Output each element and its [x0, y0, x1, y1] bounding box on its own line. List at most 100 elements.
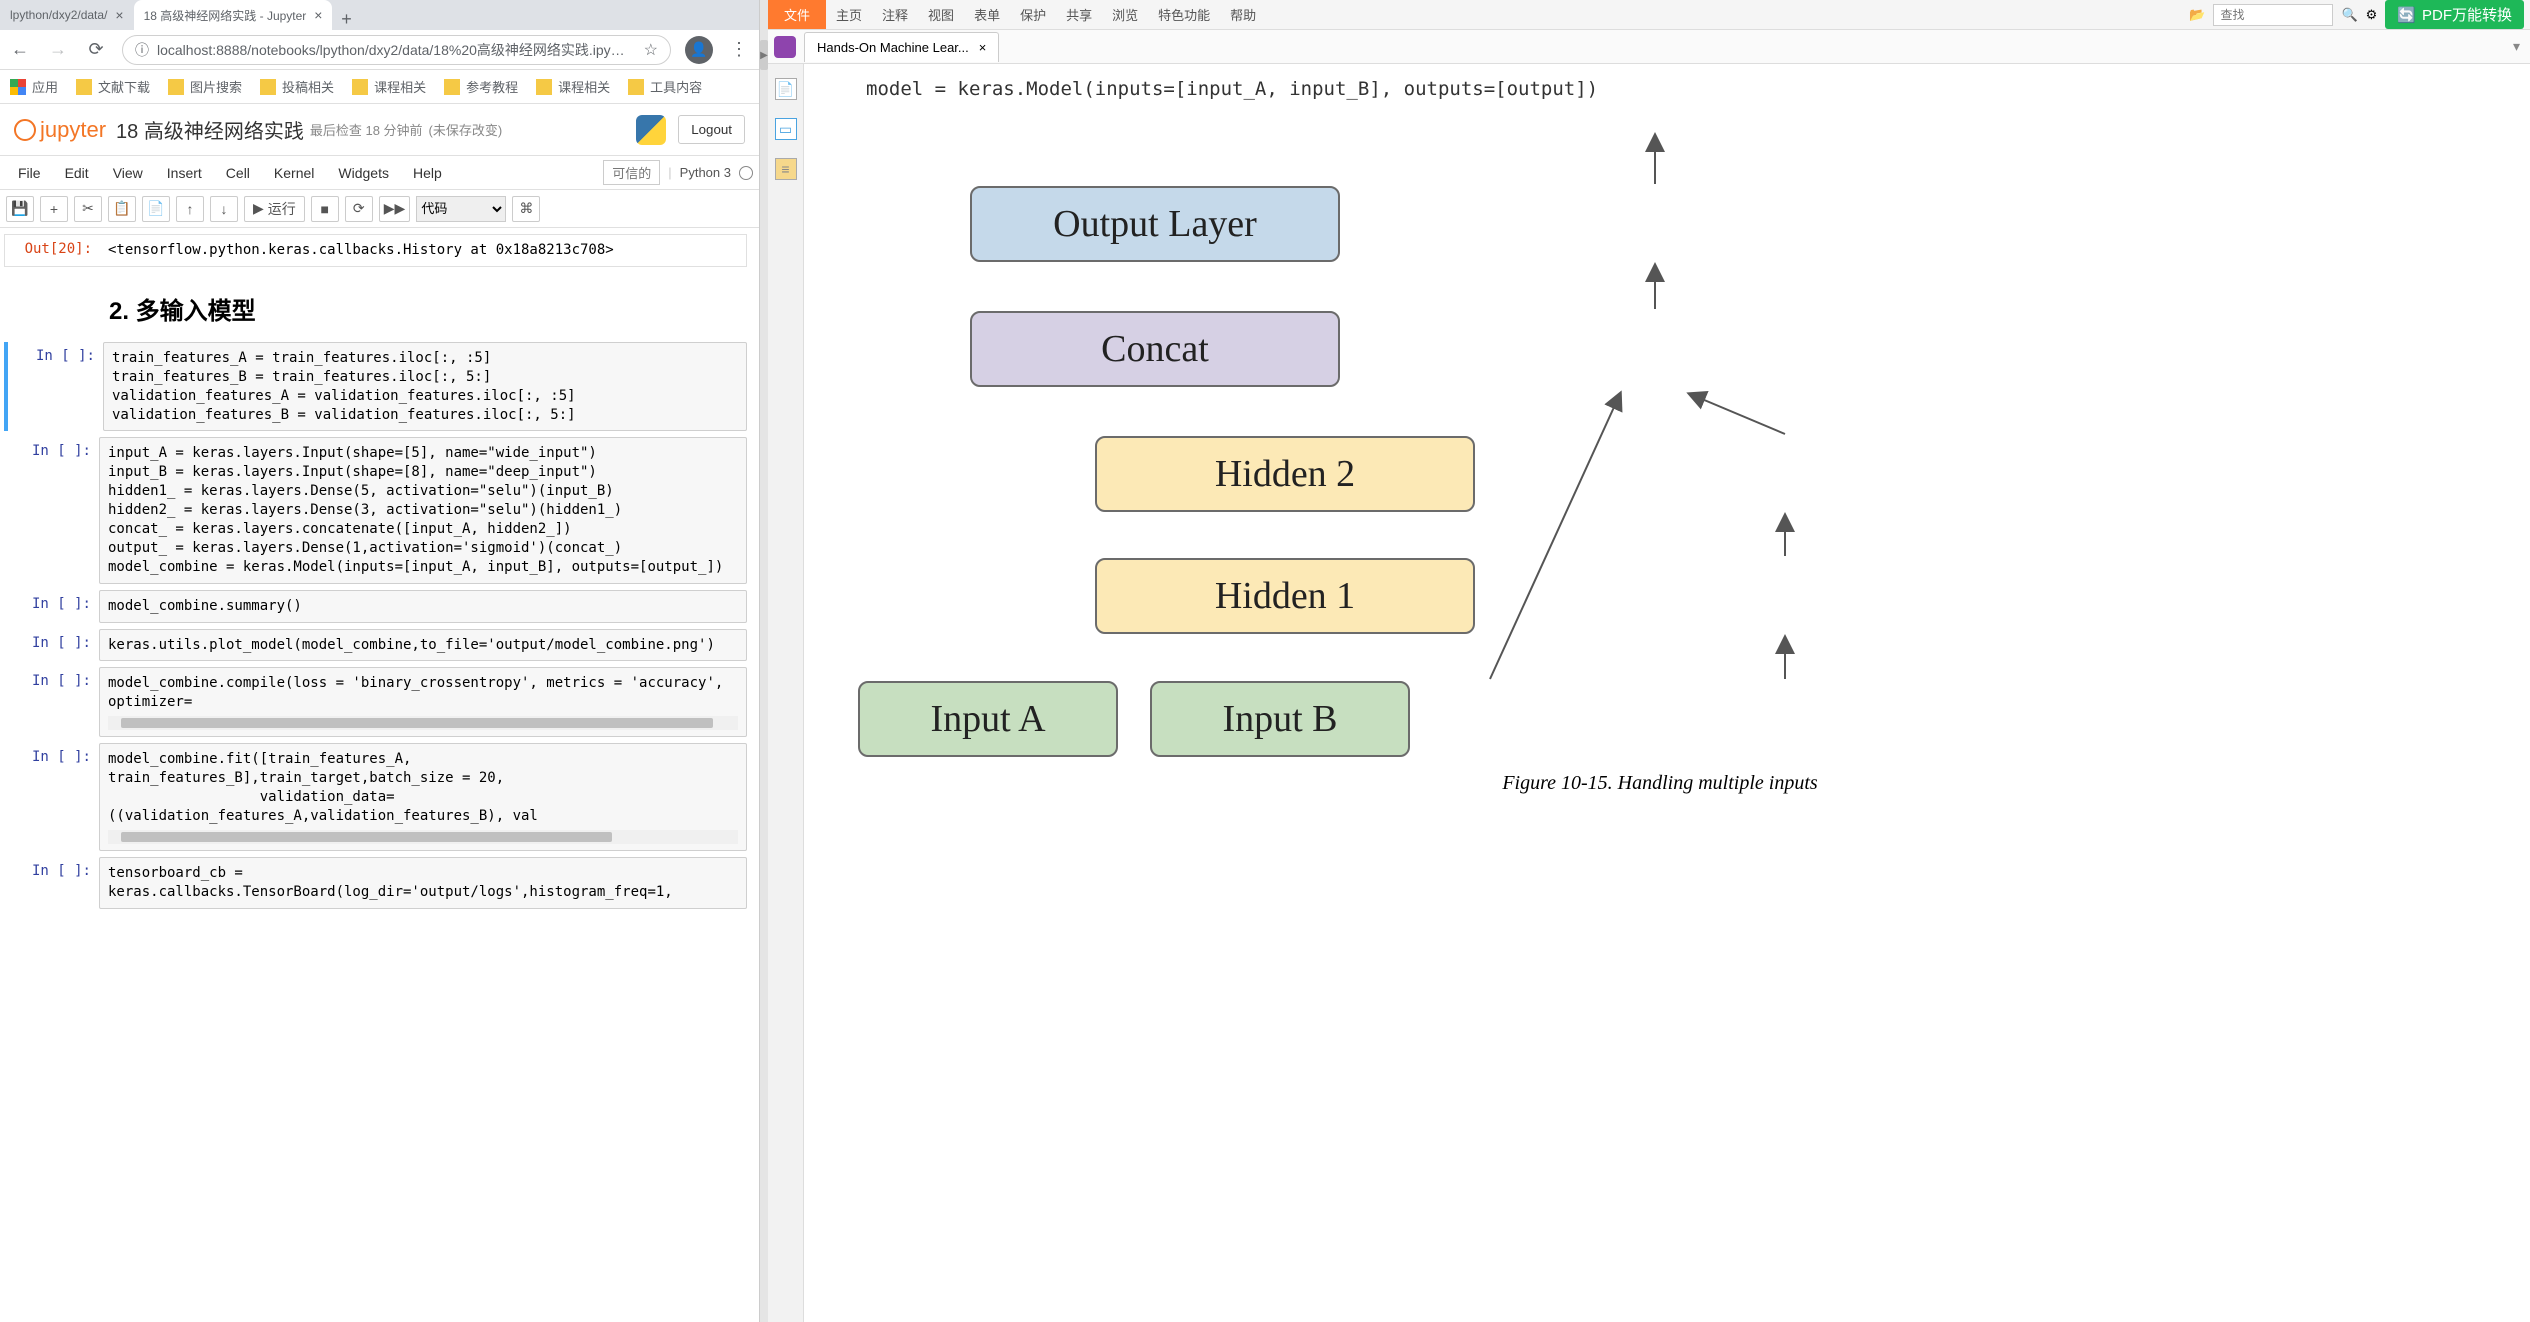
trusted-indicator[interactable]: 可信的: [603, 160, 660, 185]
search-icon[interactable]: 🔍: [2341, 7, 2357, 23]
pdf-menu-help[interactable]: 帮助: [1220, 5, 1266, 24]
markdown-heading[interactable]: 2. 多输入模型: [4, 273, 747, 336]
chrome-menu-button[interactable]: ⋮: [727, 38, 751, 62]
pdf-convert-button[interactable]: 🔄PDF万能转换: [2385, 0, 2524, 29]
pdf-page-view[interactable]: model = keras.Model(inputs=[input_A, inp…: [804, 64, 2530, 1322]
layers-icon[interactable]: ≡: [775, 158, 797, 180]
open-folder-icon[interactable]: 📂: [2189, 7, 2205, 23]
code-cell[interactable]: In [ ]: keras.utils.plot_model(model_com…: [4, 629, 747, 662]
pdf-menubar: 文件 主页 注释 视图 表单 保护 共享 浏览 特色功能 帮助 📂 🔍 ⚙ 🔄P…: [768, 0, 2530, 30]
code-cell[interactable]: In [ ]: model_combine.compile(loss = 'bi…: [4, 667, 747, 737]
menu-file[interactable]: File: [6, 161, 53, 185]
save-button[interactable]: 💾: [6, 196, 34, 222]
bookmark-item[interactable]: 投稿相关: [260, 77, 334, 96]
logout-button[interactable]: Logout: [678, 115, 745, 144]
code-cell[interactable]: In [ ]: train_features_A = train_feature…: [4, 342, 747, 432]
horizontal-scrollbar[interactable]: [108, 716, 738, 730]
diagram-input-b: Input B: [1150, 681, 1410, 757]
notebook-scroll[interactable]: Out[20]: <tensorflow.python.keras.callba…: [0, 228, 759, 1322]
horizontal-scrollbar[interactable]: [108, 830, 738, 844]
interrupt-button[interactable]: ■: [311, 196, 339, 222]
pdf-pane: 文件 主页 注释 视图 表单 保护 共享 浏览 特色功能 帮助 📂 🔍 ⚙ 🔄P…: [768, 0, 2530, 1322]
restart-run-all-button[interactable]: ▶▶: [379, 196, 411, 222]
chevron-down-icon[interactable]: ▾: [2513, 38, 2520, 55]
play-icon: ▶: [253, 200, 264, 217]
bookmark-item[interactable]: 图片搜索: [168, 77, 242, 96]
pdf-menu-view[interactable]: 视图: [918, 5, 964, 24]
close-icon[interactable]: ×: [115, 7, 123, 23]
restart-button[interactable]: ⟳: [345, 196, 373, 222]
move-down-button[interactable]: ↓: [210, 196, 238, 222]
code-cell[interactable]: In [ ]: model_combine.summary(): [4, 590, 747, 623]
pdf-menu-form[interactable]: 表单: [964, 5, 1010, 24]
close-icon[interactable]: ×: [979, 40, 987, 55]
model-diagram: Output Layer Concat Hidden 2 Hidden 1 In…: [810, 126, 2510, 766]
pane-splitter[interactable]: ▶: [760, 0, 768, 1322]
menu-insert[interactable]: Insert: [155, 161, 214, 185]
kernel-name[interactable]: Python 3: [680, 165, 731, 180]
code[interactable]: train_features_A = train_features.iloc[:…: [112, 349, 738, 425]
address-bar[interactable]: ⓘ localhost:8888/notebooks/lpython/dxy2/…: [122, 35, 671, 65]
code-cell[interactable]: In [ ]: input_A = keras.layers.Input(sha…: [4, 437, 747, 583]
back-button[interactable]: ←: [8, 38, 32, 62]
bookmark-item[interactable]: 课程相关: [352, 77, 426, 96]
diagram-hidden1: Hidden 1: [1095, 558, 1475, 634]
code[interactable]: input_A = keras.layers.Input(shape=[5], …: [108, 444, 738, 576]
new-doc-icon[interactable]: 📄: [775, 78, 797, 100]
jupyter-logo[interactable]: jupyter: [14, 117, 106, 143]
folder-icon: [260, 79, 276, 95]
cut-button[interactable]: ✂: [74, 196, 102, 222]
bookmark-item[interactable]: 课程相关: [536, 77, 610, 96]
bookmark-item[interactable]: 工具内容: [628, 77, 702, 96]
page-thumbs-icon[interactable]: ▭: [775, 118, 797, 140]
menu-cell[interactable]: Cell: [214, 161, 262, 185]
forward-button[interactable]: →: [46, 38, 70, 62]
code-cell[interactable]: In [ ]: model_combine.fit([train_feature…: [4, 743, 747, 851]
pdf-menu-home[interactable]: 主页: [826, 5, 872, 24]
out-text: <tensorflow.python.keras.callbacks.Histo…: [100, 235, 746, 266]
pdf-tabstrip: Hands-On Machine Lear... × ▾: [768, 30, 2530, 64]
apps-shortcut[interactable]: 应用: [10, 77, 58, 96]
copy-button[interactable]: 📋: [108, 196, 136, 222]
notebook-title[interactable]: 18 高级神经网络实践: [116, 115, 304, 144]
code[interactable]: tensorboard_cb = keras.callbacks.TensorB…: [108, 864, 738, 902]
pdf-menu-browse[interactable]: 浏览: [1102, 5, 1148, 24]
close-icon[interactable]: ×: [314, 7, 322, 23]
add-cell-button[interactable]: +: [40, 196, 68, 222]
move-up-button[interactable]: ↑: [176, 196, 204, 222]
in-prompt: In [ ]:: [4, 437, 99, 583]
site-info-icon[interactable]: ⓘ: [135, 40, 149, 60]
pdf-home-icon[interactable]: [774, 36, 796, 58]
menu-kernel[interactable]: Kernel: [262, 161, 326, 185]
pdf-menu-features[interactable]: 特色功能: [1148, 5, 1220, 24]
pdf-search-input[interactable]: [2213, 4, 2333, 26]
star-icon[interactable]: ☆: [644, 40, 658, 60]
gear-icon[interactable]: ⚙: [2366, 7, 2378, 23]
code[interactable]: keras.utils.plot_model(model_combine,to_…: [108, 636, 738, 655]
menu-edit[interactable]: Edit: [53, 161, 101, 185]
browser-tab-0[interactable]: lpython/dxy2/data/ ×: [0, 0, 134, 30]
code[interactable]: model_combine.compile(loss = 'binary_cro…: [108, 674, 738, 712]
menu-help[interactable]: Help: [401, 161, 454, 185]
pdf-tab[interactable]: Hands-On Machine Lear... ×: [804, 32, 999, 62]
code[interactable]: model_combine.fit([train_features_A, tra…: [108, 750, 738, 826]
celltype-select[interactable]: 代码: [416, 196, 506, 222]
pdf-menu-share[interactable]: 共享: [1056, 5, 1102, 24]
menu-view[interactable]: View: [101, 161, 155, 185]
bookmark-item[interactable]: 文献下载: [76, 77, 150, 96]
pdf-menu-annotate[interactable]: 注释: [872, 5, 918, 24]
in-prompt: In [ ]:: [4, 743, 99, 851]
new-tab-button[interactable]: +: [332, 9, 360, 30]
bookmark-item[interactable]: 参考教程: [444, 77, 518, 96]
browser-tab-1[interactable]: 18 高级神经网络实践 - Jupyter ×: [134, 0, 333, 30]
pdf-menu-protect[interactable]: 保护: [1010, 5, 1056, 24]
run-button[interactable]: ▶运行: [244, 196, 305, 222]
command-palette-button[interactable]: ⌘: [512, 196, 540, 222]
menu-widgets[interactable]: Widgets: [326, 161, 401, 185]
code-cell[interactable]: In [ ]: tensorboard_cb = keras.callbacks…: [4, 857, 747, 909]
reload-button[interactable]: ⟳: [84, 38, 108, 62]
profile-avatar[interactable]: 👤: [685, 36, 713, 64]
paste-button[interactable]: 📄: [142, 196, 170, 222]
pdf-file-menu[interactable]: 文件: [768, 0, 826, 29]
code[interactable]: model_combine.summary(): [108, 597, 738, 616]
